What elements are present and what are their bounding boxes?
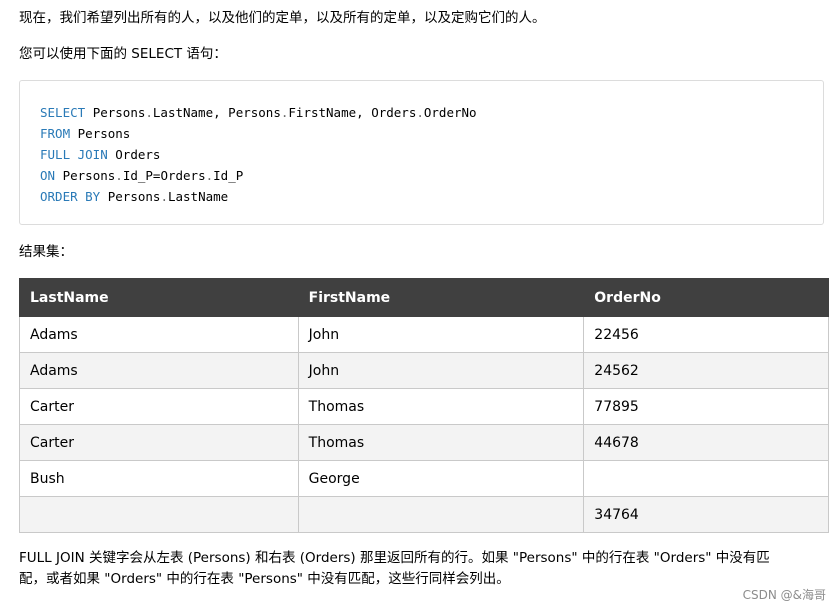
result-table: LastName FirstName OrderNo Adams John 22… <box>19 278 829 533</box>
cell-lastname: Bush <box>19 460 299 497</box>
cell-firstname: Thomas <box>297 388 585 425</box>
code-block: SELECT Persons.LastName, Persons.FirstNa… <box>19 80 824 225</box>
table-row: Adams John 24562 <box>19 352 829 389</box>
table-row: Adams John 22456 <box>19 316 829 353</box>
cell-orderno <box>583 460 829 497</box>
cell-orderno: 34764 <box>583 496 829 533</box>
footer-paragraph-line-2: 配，或者如果 "Orders" 中的行在表 "Persons" 中没有匹配，这些… <box>19 571 510 587</box>
cell-lastname: Adams <box>19 352 299 389</box>
cell-lastname <box>19 496 299 533</box>
csdn-watermark: CSDN @&海哥 <box>742 588 826 602</box>
table-row: 34764 <box>19 496 829 533</box>
cell-firstname <box>297 496 585 533</box>
header-orderno: OrderNo <box>583 278 829 317</box>
cell-lastname: Carter <box>19 388 299 425</box>
table-row: Carter Thomas 77895 <box>19 388 829 425</box>
intro-paragraph: 现在，我们希望列出所有的人，以及他们的定单，以及所有的定单，以及定购它们的人。 <box>19 10 546 26</box>
cell-lastname: Carter <box>19 424 299 461</box>
code-line-2: FROM Persons <box>40 126 131 141</box>
footer-paragraph-line-1: FULL JOIN 关键字会从左表 (Persons) 和右表 (Orders)… <box>19 550 770 566</box>
cell-orderno: 44678 <box>583 424 829 461</box>
code-lines: SELECT Persons.LastName, Persons.FirstNa… <box>40 102 477 207</box>
table-row: Bush George <box>19 460 829 497</box>
cell-firstname: George <box>297 460 585 497</box>
code-line-3: FULL JOIN Orders <box>40 147 161 162</box>
cell-orderno: 77895 <box>583 388 829 425</box>
table-header-row: LastName FirstName OrderNo <box>19 278 829 317</box>
cell-firstname: Thomas <box>297 424 585 461</box>
header-lastname: LastName <box>19 278 299 317</box>
header-firstname: FirstName <box>297 278 585 317</box>
cell-firstname: John <box>297 352 585 389</box>
table-row: Carter Thomas 44678 <box>19 424 829 461</box>
cell-lastname: Adams <box>19 316 299 353</box>
result-label: 结果集： <box>19 244 73 260</box>
code-line-1: SELECT Persons.LastName, Persons.FirstNa… <box>40 105 477 120</box>
cell-firstname: John <box>297 316 585 353</box>
select-hint: 您可以使用下面的 SELECT 语句： <box>19 46 227 62</box>
cell-orderno: 24562 <box>583 352 829 389</box>
code-line-5: ORDER BY Persons.LastName <box>40 189 229 204</box>
cell-orderno: 22456 <box>583 316 829 353</box>
code-line-4: ON Persons.Id_P=Orders.Id_P <box>40 168 244 183</box>
